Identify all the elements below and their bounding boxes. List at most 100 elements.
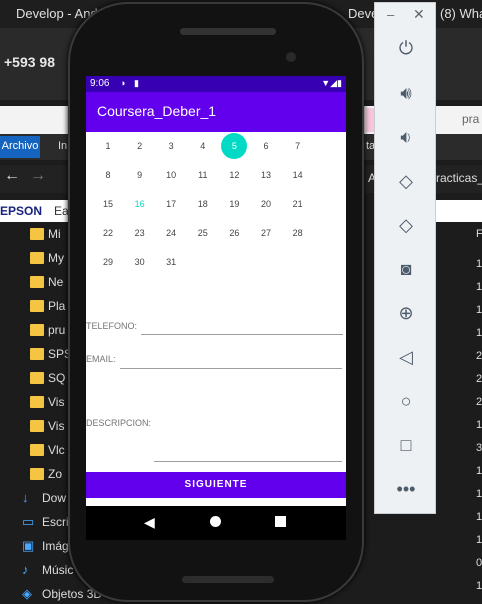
calendar-day[interactable]: 29 <box>95 249 121 275</box>
ribbon-tab-2[interactable]: In <box>58 140 67 152</box>
calendar-day[interactable]: 12 <box>221 162 247 188</box>
telefono-input[interactable] <box>141 334 343 335</box>
column-cell: 2 <box>476 350 482 362</box>
folder-item[interactable]: pru <box>48 323 65 337</box>
calendar-day[interactable]: 3 <box>158 133 184 159</box>
calendar-day[interactable]: 25 <box>190 220 216 246</box>
sidebar-icon: ♪ <box>22 562 29 577</box>
column-cell: 1 <box>476 465 482 477</box>
folder-item[interactable]: SQ <box>48 371 65 385</box>
notification-icon: ◑ <box>120 78 126 88</box>
calendar-day[interactable]: 6 <box>253 133 279 159</box>
power-icon[interactable]: ⏻ <box>393 35 419 61</box>
back-icon[interactable]: ◁ <box>393 344 419 370</box>
folder-icon <box>30 348 44 360</box>
calendar-day[interactable]: 16 <box>127 191 153 217</box>
folder-item[interactable]: Mi <box>48 227 61 241</box>
folder-icon <box>30 276 44 288</box>
calendar-day[interactable]: 8 <box>95 162 121 188</box>
calendar-day[interactable]: 2 <box>127 133 153 159</box>
column-cell: 1 <box>476 488 482 500</box>
minimize-button[interactable]: – <box>387 7 394 22</box>
archivo-tab[interactable]: Archivo <box>0 136 40 158</box>
calendar-day[interactable]: 30 <box>127 249 153 275</box>
calendar-day[interactable]: 15 <box>95 191 121 217</box>
calendar-day[interactable]: 21 <box>285 191 311 217</box>
calendar-day[interactable]: 13 <box>253 162 279 188</box>
descripcion-input[interactable] <box>154 461 342 462</box>
nav-back-icon[interactable]: ◀ <box>144 514 155 531</box>
siguiente-button[interactable]: SIGUIENTE <box>86 472 346 498</box>
signal-battery-icon: ▼◢▮ <box>321 78 342 88</box>
calendar-day[interactable]: 18 <box>190 191 216 217</box>
sidebar-item[interactable]: Músic <box>42 563 73 577</box>
sidebar-item[interactable]: Escri <box>42 515 69 529</box>
emulator-panel: – ✕ ⏻ 🔊︎ 🔉︎ ◇ ◇ ◙ ⊕ ◁ ○ □ ••• <box>374 2 436 514</box>
calendar-day[interactable]: 27 <box>253 220 279 246</box>
calendar-day[interactable]: 23 <box>127 220 153 246</box>
sim-icon: ▮ <box>134 78 139 88</box>
more-icon[interactable]: ••• <box>393 476 419 502</box>
status-time: 9:06 <box>90 78 110 89</box>
nav-overview-icon[interactable] <box>275 516 286 527</box>
window-title-right: (8) Wha <box>440 6 482 21</box>
forward-arrow-icon[interactable]: → <box>30 167 46 185</box>
calendar-day[interactable]: 11 <box>190 162 216 188</box>
folder-item[interactable]: Ne <box>48 275 63 289</box>
folder-item[interactable]: Vis <box>48 395 64 409</box>
calendar-day[interactable]: 19 <box>221 191 247 217</box>
calendar-day[interactable]: 22 <box>95 220 121 246</box>
nav-home-icon[interactable] <box>210 516 221 527</box>
column-cell: 1 <box>476 258 482 270</box>
speaker-grille <box>180 28 276 35</box>
email-input[interactable] <box>120 368 342 369</box>
epson-item[interactable]: EPSON Ea <box>0 200 74 222</box>
folder-item[interactable]: Zo <box>48 467 62 481</box>
folder-icon <box>30 468 44 480</box>
column-cell: 2 <box>476 396 482 408</box>
calendar-day[interactable]: 4 <box>190 133 216 159</box>
calendar-day[interactable]: 24 <box>158 220 184 246</box>
home-icon[interactable]: ○ <box>393 388 419 414</box>
calendar-day[interactable]: 10 <box>158 162 184 188</box>
rotate-left-icon[interactable]: ◇ <box>393 168 419 194</box>
folder-item[interactable]: Vlc <box>48 443 65 457</box>
folder-item[interactable]: Pla <box>48 299 65 313</box>
breadcrumb-folder[interactable]: racticas_ <box>436 171 482 185</box>
column-cell: 3 <box>476 442 482 454</box>
column-cell: 1 <box>476 419 482 431</box>
volume-up-icon[interactable]: 🔊︎ <box>393 80 419 106</box>
sidebar-item[interactable]: Dow <box>42 491 66 505</box>
overview-icon[interactable]: □ <box>393 432 419 458</box>
folder-icon <box>30 252 44 264</box>
calendar-day[interactable]: 26 <box>221 220 247 246</box>
calendar-day[interactable]: 9 <box>127 162 153 188</box>
calendar-day[interactable]: 28 <box>285 220 311 246</box>
column-cell: 1 <box>476 304 482 316</box>
sidebar-item[interactable]: Imág <box>42 539 69 553</box>
back-arrow-icon[interactable]: ← <box>4 167 20 185</box>
calendar-day[interactable]: 1 <box>95 133 121 159</box>
column-cell: 1 <box>476 580 482 592</box>
volume-down-icon[interactable]: 🔉︎ <box>393 124 419 150</box>
sidebar-icon: ↓ <box>22 490 29 505</box>
folder-item[interactable]: Vis <box>48 419 64 433</box>
calendar[interactable]: 1 2 3 4 5 6 7 8 9 10 11 12 13 14 15 16 17 18 19 20 21 22 23 24 2… <box>86 132 346 282</box>
calendar-day[interactable]: 17 <box>158 191 184 217</box>
close-button[interactable]: ✕ <box>413 6 425 23</box>
calendar-day[interactable]: 14 <box>285 162 311 188</box>
calendar-day[interactable]: 5 <box>221 133 248 159</box>
contact-phone-number: +593 98 <box>4 54 55 70</box>
folder-icon <box>30 396 44 408</box>
column-cell: 2 <box>476 373 482 385</box>
calendar-day[interactable]: 7 <box>285 133 311 159</box>
calendar-day[interactable]: 20 <box>253 191 279 217</box>
camera-icon[interactable]: ◙ <box>393 256 419 282</box>
rotate-right-icon[interactable]: ◇ <box>393 212 419 238</box>
descripcion-label: DESCRIPCION: <box>86 418 152 428</box>
column-cell: 0 <box>476 557 482 569</box>
zoom-icon[interactable]: ⊕ <box>393 300 419 326</box>
folder-item[interactable]: My <box>48 251 64 265</box>
calendar-day[interactable]: 31 <box>158 249 184 275</box>
nav-bar: ◀ <box>86 506 346 540</box>
